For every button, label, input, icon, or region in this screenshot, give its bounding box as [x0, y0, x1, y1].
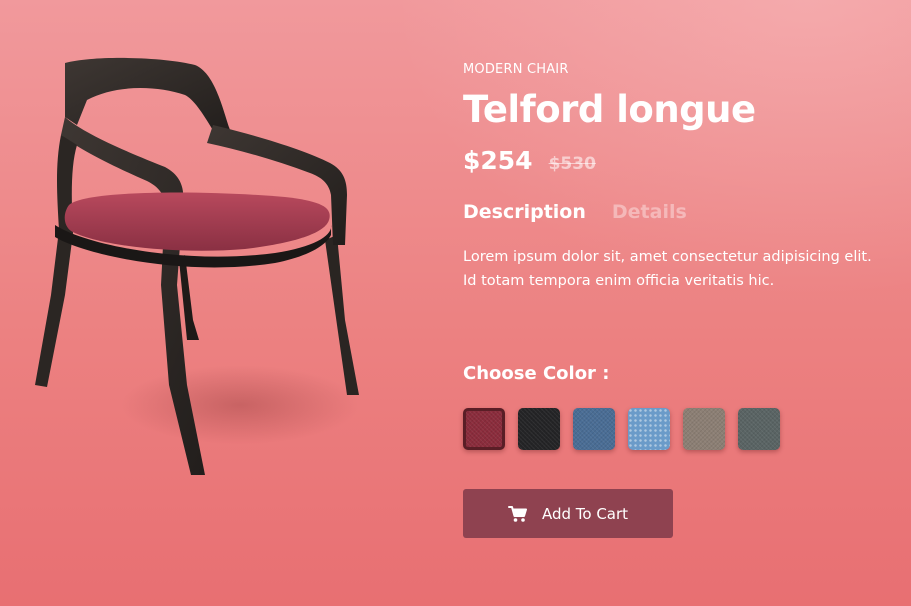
product-title: Telford longue [463, 88, 756, 131]
chair-illustration [35, 57, 359, 475]
color-swatch-black[interactable] [518, 408, 560, 450]
color-swatches [463, 408, 780, 450]
color-swatch-slate-grey[interactable] [738, 408, 780, 450]
color-picker-label: Choose Color : [463, 363, 610, 384]
color-swatch-sky-blue-dotted[interactable] [628, 408, 670, 450]
color-swatch-taupe[interactable] [683, 408, 725, 450]
original-price: $530 [548, 154, 596, 174]
product-details: MODERN CHAIR Telford longue $254 $530 De… [463, 0, 903, 606]
tab-description[interactable]: Description [463, 201, 586, 223]
color-swatch-burgundy[interactable] [463, 408, 505, 450]
product-category: MODERN CHAIR [463, 62, 569, 77]
product-image [0, 0, 440, 606]
product-description: Lorem ipsum dolor sit, amet consectetur … [463, 249, 872, 289]
cart-icon [507, 505, 528, 523]
tab-details[interactable]: Details [612, 201, 687, 223]
current-price: $254 [463, 146, 533, 175]
info-tabs: Description Details [463, 201, 687, 223]
add-to-cart-button[interactable]: Add To Cart [463, 489, 673, 538]
color-swatch-denim-blue[interactable] [573, 408, 615, 450]
price-row: $254 $530 [463, 146, 596, 175]
add-to-cart-label: Add To Cart [541, 504, 629, 523]
